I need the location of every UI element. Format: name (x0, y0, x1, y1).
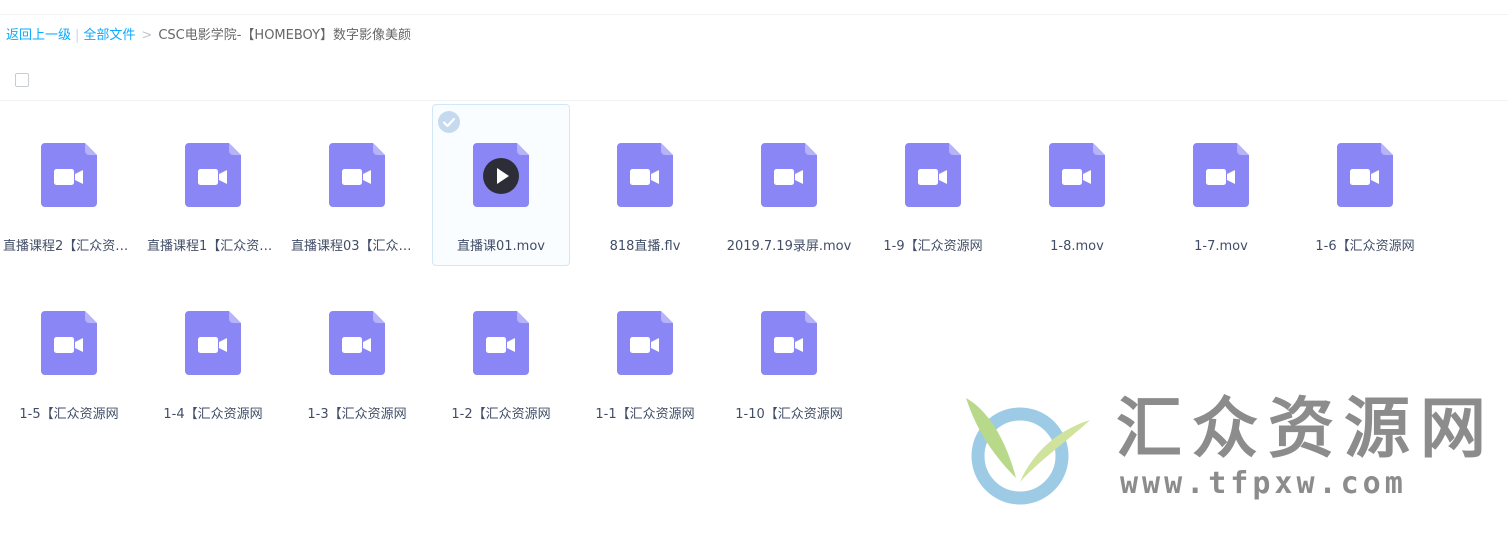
file-name: 直播课01.mov (457, 239, 545, 254)
video-file-icon (761, 311, 817, 375)
file-name: 2019.7.19录屏.mov (726, 239, 852, 254)
file-item[interactable]: 直播课程03【汇众资源网 (288, 104, 426, 266)
file-name: 1-10【汇众资源网 (735, 407, 843, 422)
file-name: 直播课程03【汇众资源网 (291, 239, 423, 254)
file-name: 直播课程1【汇众资源网 (147, 239, 279, 254)
video-file-icon (329, 311, 385, 375)
file-item[interactable]: 直播课01.mov (432, 104, 570, 266)
file-item[interactable]: 直播课程2【汇众资源网 (0, 104, 138, 266)
check-circle-icon[interactable] (438, 111, 460, 133)
file-name: 1-1【汇众资源网 (595, 407, 695, 422)
file-item[interactable]: 1-9【汇众资源网 (864, 104, 1002, 266)
file-name: 1-8.mov (1050, 239, 1104, 254)
file-name: 1-9【汇众资源网 (883, 239, 983, 254)
file-item[interactable]: 1-6【汇众资源网 (1296, 104, 1434, 266)
file-item[interactable]: 818直播.flv (576, 104, 714, 266)
video-file-icon (905, 143, 961, 207)
video-file-icon (329, 143, 385, 207)
breadcrumb-current-folder: CSC电影学院-【HOMEBOY】数字影像美颜 (158, 28, 412, 43)
video-file-icon (1049, 143, 1105, 207)
video-file-icon (185, 143, 241, 207)
file-item[interactable]: 1-5【汇众资源网 (0, 272, 138, 434)
file-item[interactable]: 1-3【汇众资源网 (288, 272, 426, 434)
file-name: 1-5【汇众资源网 (19, 407, 119, 422)
video-file-icon (761, 143, 817, 207)
video-file-icon (1193, 143, 1249, 207)
file-item[interactable]: 2019.7.19录屏.mov (720, 104, 858, 266)
video-file-icon (41, 311, 97, 375)
file-name: 1-7.mov (1194, 239, 1248, 254)
watermark-url: www.tfpxw.com (1120, 466, 1407, 501)
back-link[interactable]: 返回上一级 (6, 28, 71, 43)
all-files-link[interactable]: 全部文件 (83, 28, 135, 43)
video-file-icon (41, 143, 97, 207)
file-item[interactable]: 1-7.mov (1152, 104, 1290, 266)
video-file-icon (1337, 143, 1393, 207)
play-icon[interactable] (483, 158, 519, 194)
watermark: 汇众资源网 www.tfpxw.com (958, 390, 1486, 510)
file-name: 1-3【汇众资源网 (307, 407, 407, 422)
breadcrumb-separator: | (75, 28, 80, 43)
file-name: 818直播.flv (609, 239, 681, 254)
file-item[interactable]: 直播课程1【汇众资源网 (144, 104, 282, 266)
file-item[interactable]: 1-4【汇众资源网 (144, 272, 282, 434)
file-item[interactable]: 1-2【汇众资源网 (432, 272, 570, 434)
file-name: 1-2【汇众资源网 (451, 407, 551, 422)
video-file-icon (617, 143, 673, 207)
file-item[interactable]: 1-8.mov (1008, 104, 1146, 266)
file-item[interactable]: 1-10【汇众资源网 (720, 272, 858, 434)
video-file-icon (617, 311, 673, 375)
file-name: 1-4【汇众资源网 (163, 407, 263, 422)
file-name: 1-6【汇众资源网 (1315, 239, 1415, 254)
top-divider (0, 14, 1508, 15)
video-file-icon (185, 311, 241, 375)
list-toolbar (0, 60, 1508, 101)
video-file-icon (473, 311, 529, 375)
file-item[interactable]: 1-1【汇众资源网 (576, 272, 714, 434)
breadcrumb-arrow: > (141, 28, 153, 43)
watermark-logo-icon (966, 398, 1090, 505)
breadcrumb: 返回上一级 | 全部文件 > CSC电影学院-【HOMEBOY】数字影像美颜 (6, 27, 411, 45)
watermark-title: 汇众资源网 (1116, 390, 1496, 467)
select-all-checkbox[interactable] (15, 73, 29, 87)
file-name: 直播课程2【汇众资源网 (3, 239, 135, 254)
